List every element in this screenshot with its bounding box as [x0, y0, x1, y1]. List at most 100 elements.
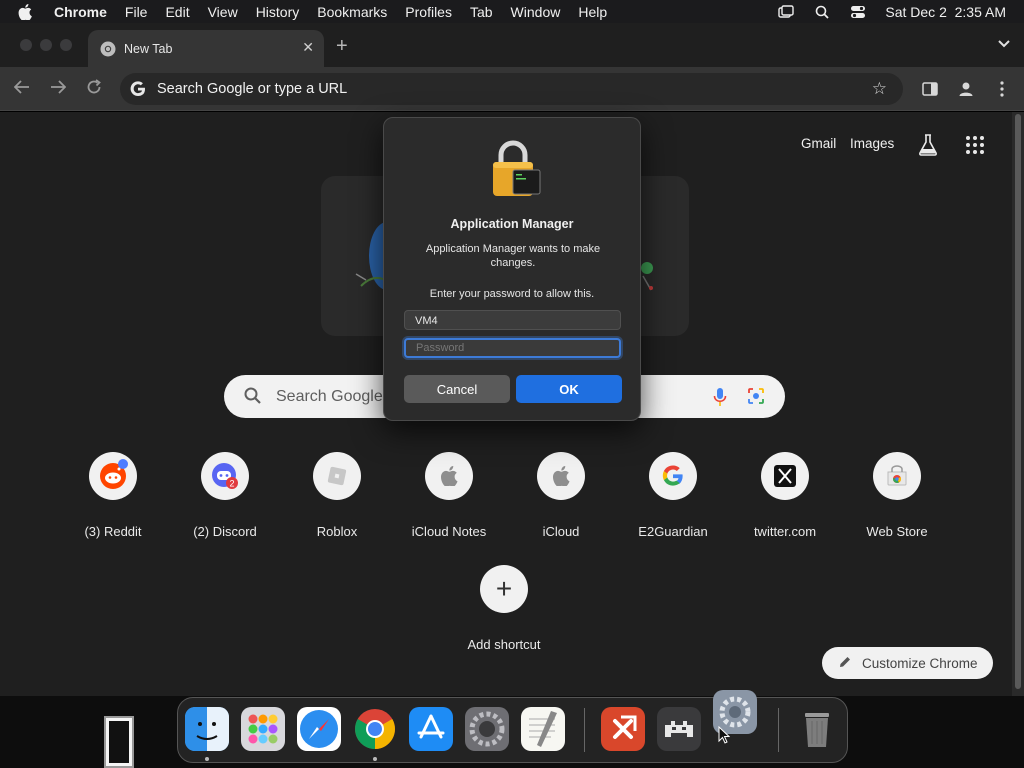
screen-mirroring-icon[interactable]: [777, 4, 795, 20]
safari-icon[interactable]: [297, 707, 341, 751]
dialog-message: Application Manager wants to make change…: [425, 243, 601, 269]
finder-running-dot: [205, 757, 209, 761]
password-field[interactable]: Password: [404, 338, 621, 358]
plus-icon: +: [480, 565, 528, 613]
apple-icon: [425, 452, 473, 500]
system-settings-icon[interactable]: [465, 707, 509, 751]
spotlight-search-icon[interactable]: [813, 4, 831, 20]
dock: [177, 690, 848, 763]
phone-thumbnail[interactable]: [104, 716, 134, 768]
search-placeholder: Search Google: [276, 387, 383, 405]
customize-chrome-button[interactable]: Customize Chrome: [822, 647, 993, 679]
remote-desktop-icon[interactable]: [601, 707, 645, 751]
page-scrollbar[interactable]: [1012, 112, 1024, 696]
shortcut-discord[interactable]: 2 (2) Discord: [169, 452, 281, 539]
menu-bookmarks[interactable]: Bookmarks: [317, 4, 387, 20]
menu-file[interactable]: File: [125, 4, 148, 20]
voice-search-mic-icon[interactable]: [713, 387, 727, 407]
shortcut-twitter[interactable]: twitter.com: [729, 452, 841, 539]
svg-text:2: 2: [229, 479, 234, 489]
back-arrow-icon[interactable]: [13, 79, 30, 99]
add-shortcut-label: Add shortcut: [467, 637, 541, 652]
shortcut-label: Web Store: [866, 524, 928, 539]
chrome-labs-flask-icon[interactable]: [918, 134, 938, 156]
cancel-button[interactable]: Cancel: [404, 375, 510, 403]
scrollbar-thumb[interactable]: [1015, 114, 1021, 689]
google-g-icon: [130, 81, 146, 97]
launchpad-icon[interactable]: [241, 707, 285, 751]
menu-help[interactable]: Help: [578, 4, 607, 20]
images-link[interactable]: Images: [850, 136, 894, 151]
dialog-prompt: Enter your password to allow this.: [429, 288, 595, 300]
finder-icon[interactable]: [185, 707, 229, 751]
add-shortcut-button[interactable]: + Add shortcut: [448, 565, 560, 652]
google-lens-icon[interactable]: [747, 387, 765, 405]
address-bar-text: Search Google or type a URL: [157, 81, 348, 97]
chrome-web-store-icon: [873, 452, 921, 500]
tab-new-tab[interactable]: New Tab ✕: [88, 30, 324, 67]
menu-window[interactable]: Window: [511, 4, 561, 20]
menu-view[interactable]: View: [208, 4, 238, 20]
shortcut-label: iCloud Notes: [411, 524, 487, 539]
forward-arrow-icon[interactable]: [50, 79, 67, 99]
roblox-icon: [313, 452, 361, 500]
chrome-running-dot: [373, 757, 377, 761]
control-center-icon[interactable]: [849, 4, 867, 20]
close-tab-icon[interactable]: ✕: [302, 39, 314, 56]
tab-search-chevron-icon[interactable]: [998, 37, 1010, 51]
apple-menu-icon[interactable]: [18, 3, 40, 20]
shortcut-roblox[interactable]: Roblox: [281, 452, 393, 539]
trash-icon[interactable]: [795, 707, 839, 751]
shortcut-label: iCloud: [542, 524, 580, 539]
google-apps-grid-icon[interactable]: [966, 136, 984, 154]
new-tab-plus-icon[interactable]: +: [336, 35, 348, 58]
menu-edit[interactable]: Edit: [165, 4, 189, 20]
menu-history[interactable]: History: [256, 4, 300, 20]
profile-avatar-icon[interactable]: [956, 79, 976, 99]
bookmark-star-icon[interactable]: ☆: [872, 79, 887, 99]
game-emulator-icon[interactable]: [657, 707, 701, 751]
search-icon: [244, 387, 262, 405]
google-chrome-icon[interactable]: [353, 707, 397, 751]
app-store-icon[interactable]: [409, 707, 453, 751]
shortcut-label: twitter.com: [753, 524, 817, 539]
address-bar[interactable]: Search Google or type a URL ☆: [120, 73, 903, 105]
shortcut-icloud-notes[interactable]: iCloud Notes: [393, 452, 505, 539]
menubar-clock[interactable]: Sat Dec 2 2:35 AM: [885, 4, 1006, 20]
x-icon: [761, 452, 809, 500]
pencil-icon: [838, 655, 852, 669]
menu-app-name[interactable]: Chrome: [54, 4, 107, 20]
menu-profiles[interactable]: Profiles: [405, 4, 452, 20]
window-controls: [20, 39, 72, 51]
shortcut-label: (3) Reddit: [84, 524, 142, 539]
chrome-icon: [100, 41, 116, 57]
reload-icon[interactable]: [86, 79, 102, 100]
username-field[interactable]: VM4: [404, 310, 621, 330]
customize-label: Customize Chrome: [862, 655, 978, 671]
menu-bar: Chrome File Edit View History Bookmarks …: [0, 0, 1024, 23]
menu-tab[interactable]: Tab: [470, 4, 493, 20]
shortcut-label: (2) Discord: [193, 524, 257, 539]
shortcut-web-store[interactable]: Web Store: [841, 452, 953, 539]
padlock-terminal-icon: [489, 140, 541, 198]
tab-title: New Tab: [124, 41, 173, 56]
side-panel-icon[interactable]: [920, 79, 940, 99]
shortcut-icloud[interactable]: iCloud: [505, 452, 617, 539]
google-icon: [649, 452, 697, 500]
textedit-icon[interactable]: [521, 707, 565, 751]
zoom-window-button[interactable]: [60, 39, 72, 51]
gmail-link[interactable]: Gmail: [801, 136, 836, 151]
shortcut-label: E2Guardian: [638, 524, 708, 539]
minimize-window-button[interactable]: [40, 39, 52, 51]
close-window-button[interactable]: [20, 39, 32, 51]
tab-strip: New Tab ✕ +: [0, 23, 1024, 67]
apple-icon: [537, 452, 585, 500]
browser-toolbar: Search Google or type a URL ☆: [0, 67, 1024, 111]
auth-dialog: Application Manager Application Manager …: [383, 117, 641, 421]
dialog-title: Application Manager: [450, 217, 574, 231]
shortcut-reddit[interactable]: (3) Reddit: [57, 452, 169, 539]
mouse-cursor-icon: [718, 725, 731, 749]
more-menu-icon[interactable]: [992, 79, 1012, 99]
shortcut-e2guardian[interactable]: E2Guardian: [617, 452, 729, 539]
ok-button[interactable]: OK: [516, 375, 622, 403]
